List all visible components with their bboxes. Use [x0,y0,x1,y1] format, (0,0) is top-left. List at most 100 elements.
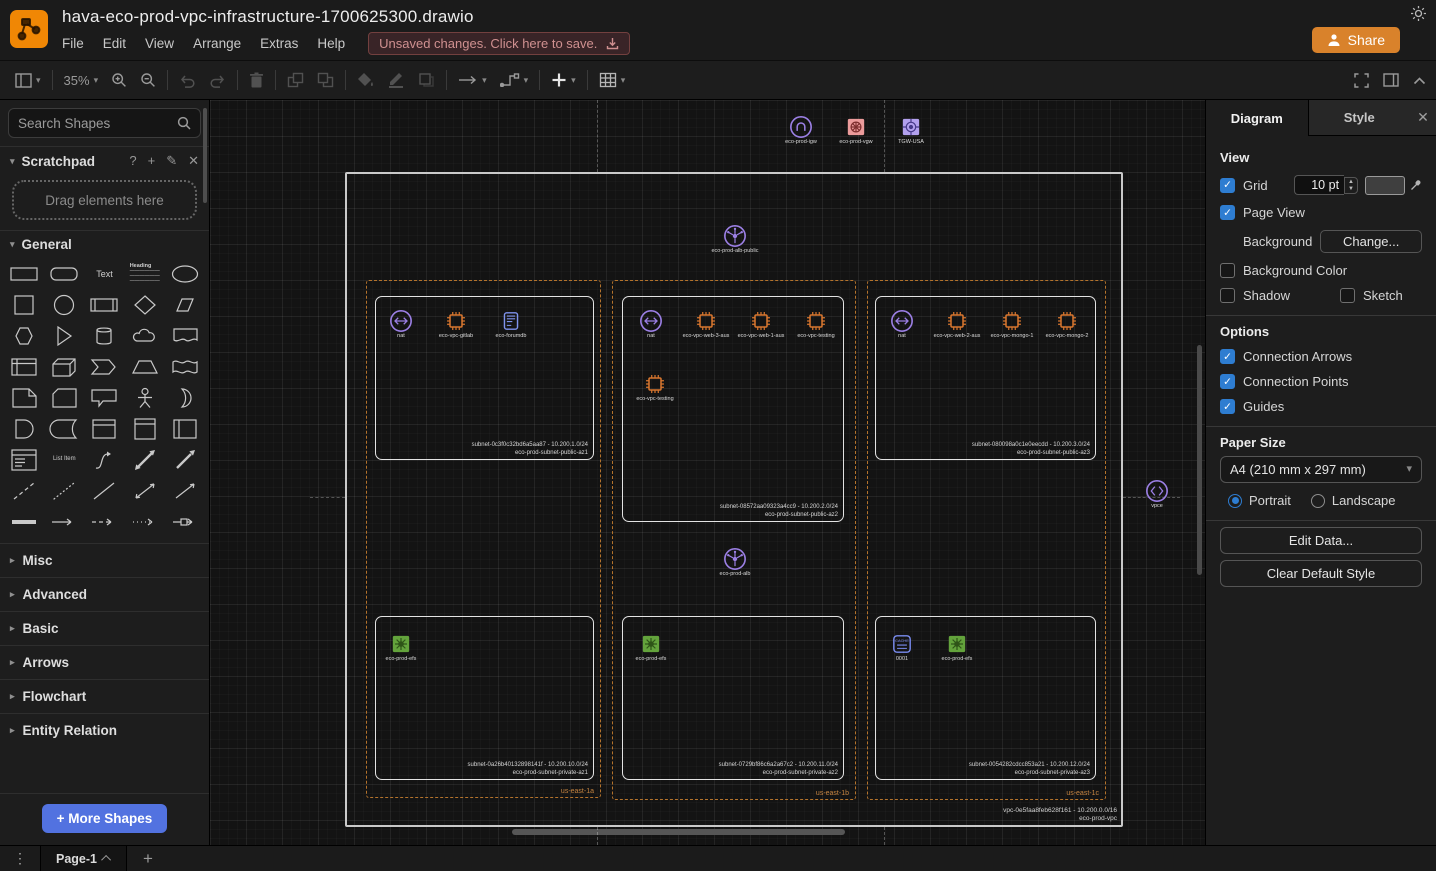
shape-horizontal-container[interactable] [165,413,205,444]
grid-checkbox[interactable]: ✓ [1220,178,1235,193]
shape-link[interactable] [4,506,44,537]
node-eco-prod-efs[interactable]: eco-prod-efs [915,632,999,663]
shape-and[interactable] [4,413,44,444]
fill-color-button[interactable] [357,72,374,88]
node-eco-prod-alb-public[interactable]: eco-prod-alb-public [693,224,777,255]
shape-rectangle[interactable] [4,258,44,289]
shape-hexagon[interactable] [4,320,44,351]
tab-diagram[interactable]: Diagram [1206,100,1309,136]
change-background-button[interactable]: Change... [1320,230,1422,253]
node-eco-vpc-testing[interactable]: eco-vpc-testing [613,372,697,403]
tab-style[interactable]: Style [1309,100,1411,136]
shape-list[interactable] [4,444,44,475]
delete-button[interactable] [249,72,264,88]
shadow-button[interactable] [418,72,435,88]
shape-bidirectional-connector[interactable] [125,475,165,506]
sidebar-section-basic[interactable]: ▸Basic [0,611,209,645]
scratchpad-edit-icon[interactable]: ✎ [166,153,177,169]
undo-button[interactable] [179,73,196,88]
sidebar-section-entity-relation[interactable]: ▸Entity Relation [0,713,209,747]
zoom-in-button[interactable] [111,72,127,88]
page-view-checkbox[interactable]: ✓ [1220,205,1235,220]
sidebar-scrollbar[interactable] [203,108,207,203]
page-tab[interactable]: Page-1 [40,846,127,871]
share-button[interactable]: Share [1312,27,1400,53]
shape-document[interactable] [165,320,205,351]
shape-list-item[interactable]: List Item [44,444,84,475]
node-TGW-USA[interactable]: TGW-USA [869,115,953,146]
shape-or[interactable] [165,382,205,413]
shape-line[interactable] [84,475,124,506]
guides-checkbox[interactable]: ✓ [1220,399,1235,414]
shape-ellipse[interactable] [165,258,205,289]
shape-arrow-connector[interactable] [44,506,84,537]
shape-tape[interactable] [165,351,205,382]
landscape-radio[interactable]: Landscape [1311,493,1396,508]
connection-points-checkbox[interactable]: ✓ [1220,374,1235,389]
scratchpad-close-icon[interactable]: ✕ [188,153,199,169]
menu-edit[interactable]: Edit [103,36,126,51]
insert-button[interactable]: ▾ [551,72,576,88]
shape-cloud[interactable] [125,320,165,351]
shape-cube[interactable] [44,351,84,382]
node-eco-prod-efs[interactable]: eco-prod-efs [609,632,693,663]
shape-cylinder[interactable] [84,320,124,351]
scratchpad-dropzone[interactable]: Drag elements here [12,180,197,220]
grid-size-input[interactable]: 10 pt [1294,175,1344,195]
redo-button[interactable] [209,73,226,88]
shape-data-storage[interactable] [44,413,84,444]
shape-dotted-line[interactable] [44,475,84,506]
shape-square[interactable] [4,289,44,320]
canvas-horizontal-scrollbar[interactable] [512,829,845,835]
menu-file[interactable]: File [62,36,84,51]
add-page-button[interactable]: + [127,849,169,869]
shape-trapezoid[interactable] [125,351,165,382]
general-section-header[interactable]: ▾ General [0,230,209,258]
view-toggle-button[interactable]: ▾ [15,73,41,88]
pages-menu-icon[interactable]: ⋮ [0,850,40,867]
node-eco-vpc-testing[interactable]: eco-vpc-testing [774,309,858,340]
background-color-checkbox[interactable]: ✓ [1220,263,1235,278]
portrait-radio[interactable]: Portrait [1228,493,1291,508]
node-eco-forumdb[interactable]: eco-forumdb [469,309,553,340]
scratchpad-help-icon[interactable]: ? [129,153,136,169]
shape-text[interactable]: Text [84,258,124,289]
connection-arrows-checkbox[interactable]: ✓ [1220,349,1235,364]
collapse-toolbar-button[interactable] [1413,76,1426,85]
shape-card[interactable] [44,382,84,413]
search-shapes-input[interactable]: Search Shapes [8,108,201,138]
eyedropper-icon[interactable] [1410,179,1422,191]
unsaved-changes-button[interactable]: Unsaved changes. Click here to save. [368,32,630,55]
shape-dashed-arrow[interactable] [84,506,124,537]
edit-data-button[interactable]: Edit Data... [1220,527,1422,554]
grid-size-stepper[interactable]: ▲▼ [1344,177,1358,194]
node-eco-vpc-mongo-2[interactable]: eco-vpc-mongo-2 [1025,309,1109,340]
shape-internal-storage[interactable] [4,351,44,382]
shape-diamond[interactable] [125,289,165,320]
line-color-button[interactable] [387,72,405,88]
sketch-checkbox[interactable]: ✓ [1340,288,1355,303]
grid-color-swatch[interactable] [1365,176,1405,195]
node-eco-prod-efs[interactable]: eco-prod-efs [359,632,443,663]
theme-toggle-icon[interactable] [1410,5,1427,22]
paper-size-select[interactable]: A4 (210 mm x 297 mm) ▾ [1220,456,1422,483]
menu-help[interactable]: Help [317,36,345,51]
waypoints-button[interactable]: ▾ [500,73,529,87]
node-eco-prod-alb[interactable]: eco-prod-alb [693,547,777,578]
clear-default-style-button[interactable]: Clear Default Style [1220,560,1422,587]
more-shapes-button[interactable]: + More Shapes [42,804,168,833]
shape-note[interactable] [4,382,44,413]
diagram-canvas[interactable]: vpc-0e5faa8feb628f161 - 10.200.0.0/16eco… [210,100,1205,845]
shape-arrow[interactable] [165,444,205,475]
connection-style-button[interactable]: ▾ [458,74,487,86]
shape-parallelogram[interactable] [165,289,205,320]
shape-directional-connector[interactable] [165,475,205,506]
shape-container[interactable] [84,413,124,444]
sidebar-section-misc[interactable]: ▸Misc [0,543,209,577]
shape-curve[interactable] [84,444,124,475]
fullscreen-button[interactable] [1354,73,1369,88]
menu-arrange[interactable]: Arrange [193,36,241,51]
zoom-level-dropdown[interactable]: 35% ▾ [64,73,99,88]
scratchpad-add-icon[interactable]: + [148,153,156,169]
shape-rounded-rectangle[interactable] [44,258,84,289]
